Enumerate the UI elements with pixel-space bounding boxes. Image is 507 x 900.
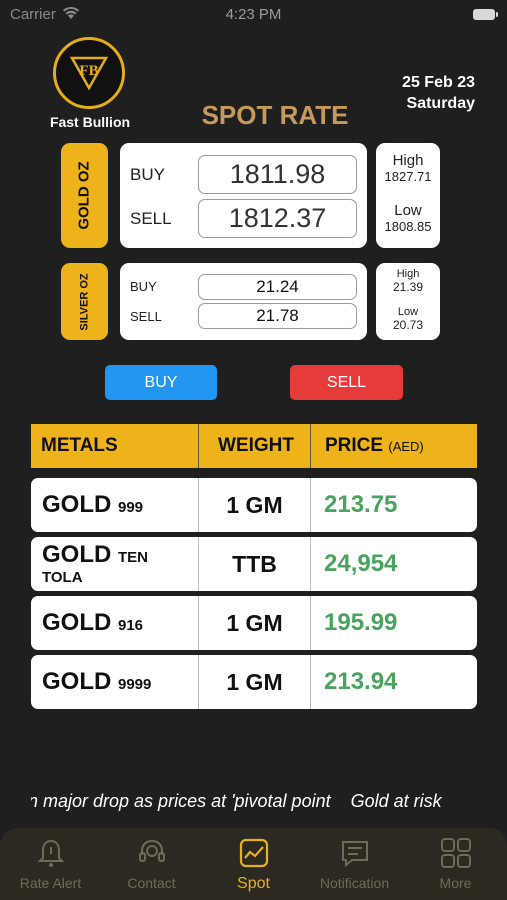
silver-high-value: 21.39 [392,280,424,294]
tab-label: Notification [319,875,390,891]
silver-rate-card: BUY 21.24 SELL 21.78 [120,263,367,340]
silver-buy-price: 21.24 [198,274,357,300]
bell-icon [37,839,65,867]
metal-label: GOLD [42,541,112,568]
message-icon [342,841,368,868]
table-row: GOLD 9999 1 GM 213.94 [31,655,477,709]
gold-buy-price: 1811.98 [198,155,357,194]
silver-sell-label: SELL [130,309,162,324]
tab-notification[interactable]: Notification [304,828,405,900]
weight-cell: TTB [232,551,277,577]
silver-sell-price: 21.78 [198,303,357,329]
tab-spot[interactable]: Spot [203,828,304,900]
brand-logo: FB [53,37,125,109]
metal-name: GOLD 999 [42,491,143,519]
tab-label: Contact [127,875,176,891]
metal-cell: GOLD 999 [42,478,202,532]
silver-buy-label: BUY [130,279,157,294]
tab-label: Spot [237,875,270,892]
gold-sell-label: SELL [130,209,172,228]
news-ticker[interactable]: n major drop as prices at 'pivotal point… [31,782,477,820]
gold-sell-price: 1812.37 [198,199,357,238]
silver-low-label: Low [397,306,419,318]
metal-label: GOLD [42,609,112,636]
tab-label: More [439,875,472,891]
ticker-text: n major drop as prices at 'pivotal point… [31,791,442,811]
metal-name: GOLD TEN [42,541,148,569]
silver-low-value: 20.73 [392,318,424,332]
battery-icon [473,9,498,20]
row-divider [310,478,311,532]
date-line: 25 Feb 23 [402,74,475,91]
metal-cell: GOLD TEN TOLA [42,537,202,591]
tab-rate-alert[interactable]: Rate Alert [0,828,101,900]
silver-high-label: High [396,268,420,280]
metal-purity-line2: TOLA [42,569,83,586]
tab-contact[interactable]: Contact [101,828,202,900]
gold-high-low-card: High 1827.71 Low 1808.85 [376,143,440,248]
header-divider [198,424,199,468]
gold-low-value: 1808.85 [384,219,432,234]
gold-high-value: 1827.71 [384,169,432,184]
status-bar: Carrier 4:23 PM [0,0,507,30]
metal-purity: 9999 [118,676,152,693]
metal-purity: 999 [118,499,144,516]
price-header: PRICE (AED) [325,424,424,468]
price-cell: 213.94 [324,668,398,695]
silver-oz-label: SILVER OZ [61,263,108,340]
table-row: GOLD TEN TOLA TTB 24,954 [31,537,477,591]
row-divider [310,596,311,650]
gold-low-label: Low [394,202,422,219]
tab-more[interactable]: More [405,828,506,900]
header-divider [310,424,311,468]
metal-cell: GOLD 916 [42,596,202,650]
chart-icon [239,838,269,868]
gold-buy-label: BUY [130,165,165,184]
gold-high-label: High [392,152,424,169]
bottom-tab-bar: Rate Alert Contact Spot Notification Mor… [0,828,507,900]
buy-button[interactable]: BUY [105,365,217,400]
price-cell: 24,954 [324,550,398,577]
metal-purity: 916 [118,617,144,634]
table-row: GOLD 999 1 GM 213.75 [31,478,477,532]
table-row: GOLD 916 1 GM 195.99 [31,596,477,650]
price-header-label: PRICE [325,435,384,456]
grid-icon [441,838,471,868]
status-time: 4:23 PM [225,6,282,23]
headset-icon [139,839,165,862]
metal-name: GOLD 9999 [42,668,151,696]
price-cell: 195.99 [324,609,398,636]
weight-cell: 1 GM [226,669,283,695]
weight-cell: 1 GM [226,492,283,518]
metals-header: METALS [41,435,118,456]
weight-header: WEIGHT [218,435,294,456]
metal-name: GOLD 916 [42,609,143,637]
page-title: SPOT RATE [201,100,349,130]
sell-button[interactable]: SELL [290,365,403,400]
silver-high-low-card: High 21.39 Low 20.73 [376,263,440,340]
row-divider [310,655,311,709]
metal-label: GOLD [42,491,112,518]
metal-label: GOLD [42,668,112,695]
metal-cell: GOLD 9999 [42,655,202,709]
price-unit-label: (AED) [388,439,424,454]
gold-oz-label: GOLD OZ [61,143,108,248]
weight-cell: 1 GM [226,610,283,636]
price-cell: 213.75 [324,491,398,518]
tab-label: Rate Alert [19,875,82,891]
silver-oz-text: SILVER OZ [78,272,91,331]
rates-table-header: METALS WEIGHT PRICE (AED) [31,424,477,468]
gold-rate-card: BUY 1811.98 SELL 1812.37 [120,143,367,248]
metal-purity: TEN [118,549,148,566]
logo-emblem-icon: FB [69,56,109,91]
gold-oz-text: GOLD OZ [76,161,94,230]
logo-letters: FB [79,63,98,79]
row-divider [310,537,311,591]
